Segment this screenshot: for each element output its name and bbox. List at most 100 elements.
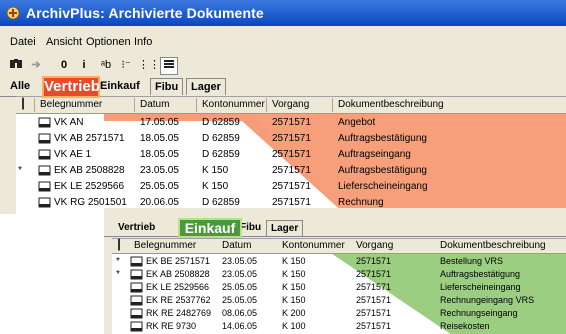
col-kontonummer[interactable]: Kontonummer [202,99,265,110]
document-table: ┃ Belegnummer Datum Kontonummer Vorgang … [16,96,566,214]
cell-dokumentbeschreibung: Angebot [338,117,376,128]
cell-kontonummer: K 150 [202,181,229,192]
table-row[interactable]: RK RE 9730 14.06.05 K 100 2571571 Reisekoste… [112,319,566,332]
document-icon [130,321,143,332]
cell-belegnummer: VK RG 2501501 [54,197,127,208]
list-view-icon[interactable] [160,57,178,75]
cell-dokumentbeschreibung: Rechnungseingang [440,308,518,318]
toolbar-button-7[interactable]: ⋮⋮ [138,57,160,73]
tab-einkauf[interactable]: Einkauf [96,78,144,94]
table-row[interactable]: VK AN 17.05.05 D 62859 2571571 Angebot [16,115,566,131]
document-icon [38,181,51,192]
info-icon[interactable]: i [76,57,92,73]
cell-kontonummer: D 62859 [202,197,240,208]
document-icon [130,308,143,319]
binoculars-icon[interactable] [8,57,24,73]
pin-icon: ┃ [20,99,27,110]
menu-bar: Datei Ansicht Optionen Info [0,36,566,52]
table-row[interactable]: RK RE 2482769 08.06.05 K 200 2571571 Rechnun… [112,306,566,319]
col-kontonummer[interactable]: Kontonummer [282,240,345,251]
table-row[interactable]: * EK BE 2571571 23.05.05 K 150 2571571 Bestel… [112,254,566,267]
document-icon [38,165,51,176]
toolbar-partial [104,208,566,218]
col-belegnummer[interactable]: Belegnummer [134,240,196,251]
cell-dokumentbeschreibung: Lieferscheineingang [338,181,428,192]
cell-kontonummer: D 62859 [202,149,240,160]
cell-kontonummer: D 62859 [202,133,240,144]
document-icon [130,256,143,267]
document-icon [130,269,143,280]
document-icon [38,149,51,160]
cell-dokumentbeschreibung: Auftragseingang [338,149,411,160]
col-vorgang[interactable]: Vorgang [356,240,393,251]
cell-datum: 25.05.05 [222,282,258,292]
col-dokumentbeschreibung[interactable]: Dokumentbeschreibung [338,99,444,110]
col-dokumentbeschreibung[interactable]: Dokumentbeschreibung [440,240,546,251]
cell-belegnummer: RK RE 2482769 [146,308,212,318]
col-datum[interactable]: Datum [222,240,251,251]
table-header-bottom: ┃ Belegnummer Datum Kontonummer Vorgang … [112,239,566,254]
cell-belegnummer: RK RE 9730 [146,321,197,331]
cell-belegnummer: EK LE 2529566 [146,282,210,292]
cell-vorgang: 2571571 [272,149,311,160]
cell-datum: 23.05.05 [140,165,179,176]
cell-belegnummer: EK RE 2537762 [146,295,211,305]
tab-fibu[interactable]: Fibu [150,78,184,95]
cell-dokumentbeschreibung: Lieferscheineingang [440,282,521,292]
cell-datum: 17.05.05 [140,117,179,128]
cell-vorgang: 2571571 [356,308,392,318]
cell-datum: 18.05.05 [140,133,179,144]
cell-datum: 23.05.05 [222,269,258,279]
forward-arrow-icon[interactable]: ➔ [28,57,44,73]
document-icon [130,295,143,306]
cell-kontonummer: K 150 [282,269,306,279]
cell-datum: 25.05.05 [140,181,179,192]
table-row[interactable]: VK AB 2571571 18.05.05 D 62859 2571571 Auftr… [16,131,566,147]
menu-datei[interactable]: Datei [10,36,36,48]
cell-belegnummer: VK AE 1 [54,149,92,160]
row-mark: * [116,256,120,267]
archiv-window-einkauf: Vertrieb Fibu Lager ┃ Belegnummer Datum … [104,208,566,334]
cell-vorgang: 2571571 [272,165,311,176]
cell-vorgang: 2571571 [272,117,311,128]
col-datum[interactable]: Datum [140,99,169,110]
tab-alle[interactable]: Alle [6,78,34,94]
toolbar-button-3[interactable]: 0 [56,57,72,73]
pin-icon: ┃ [116,240,123,251]
einkauf-callout: Einkauf [178,218,242,238]
row-mark: * [18,165,22,176]
menu-optionen[interactable]: Optionen [86,36,131,48]
document-icon [130,282,143,293]
cell-dokumentbeschreibung: Reisekosten [440,321,490,331]
cell-vorgang: 2571571 [356,282,392,292]
cell-dokumentbeschreibung: Auftragsbestätigung [338,165,427,176]
cell-vorgang: 2571571 [356,269,392,279]
toolbar-button-5[interactable]: ᵃb [98,57,114,73]
menu-info[interactable]: Info [134,36,152,48]
table-row[interactable]: VK AE 1 18.05.05 D 62859 2571571 Auftragsein… [16,147,566,163]
cell-kontonummer: K 100 [282,321,306,331]
table-row[interactable]: * EK AB 2508828 23.05.05 K 150 2571571 Auftra… [16,163,566,179]
cell-kontonummer: K 150 [282,295,306,305]
cell-dokumentbeschreibung: Rechnungeingang VRS [440,295,535,305]
tab-lager-bottom[interactable]: Lager [266,220,304,237]
tab-lager[interactable]: Lager [186,78,226,95]
tab-vertrieb[interactable]: Vertrieb [114,220,159,236]
menu-ansicht[interactable]: Ansicht [46,36,82,48]
col-vorgang[interactable]: Vorgang [272,99,309,110]
cell-vorgang: 2571571 [272,197,311,208]
title-bar[interactable]: ArchivPlus: Archivierte Dokumente [0,0,566,26]
col-belegnummer[interactable]: Belegnummer [40,99,102,110]
document-icon [38,197,51,208]
toolbar: ➔ 0 i ᵃb ⁝⁻ ⋮⋮ [0,56,566,75]
table-row[interactable]: EK RE 2537762 25.05.05 K 150 2571571 Rechnun… [112,293,566,306]
table-row[interactable]: EK LE 2529566 25.05.05 K 150 2571571 Liefers… [112,280,566,293]
tab-bar-bottom: Vertrieb Fibu Lager [104,218,566,237]
table-row[interactable]: EK LE 2529566 25.05.05 K 150 2571571 Liefers… [16,179,566,195]
cell-kontonummer: K 150 [282,282,306,292]
toolbar-button-6[interactable]: ⁝⁻ [118,57,134,73]
table-row[interactable]: * EK AB 2508828 23.05.05 K 150 2571571 Auftra… [112,267,566,280]
row-mark: * [116,269,120,280]
cell-belegnummer: EK LE 2529566 [54,181,125,192]
cell-belegnummer: EK AB 2508828 [54,165,125,176]
